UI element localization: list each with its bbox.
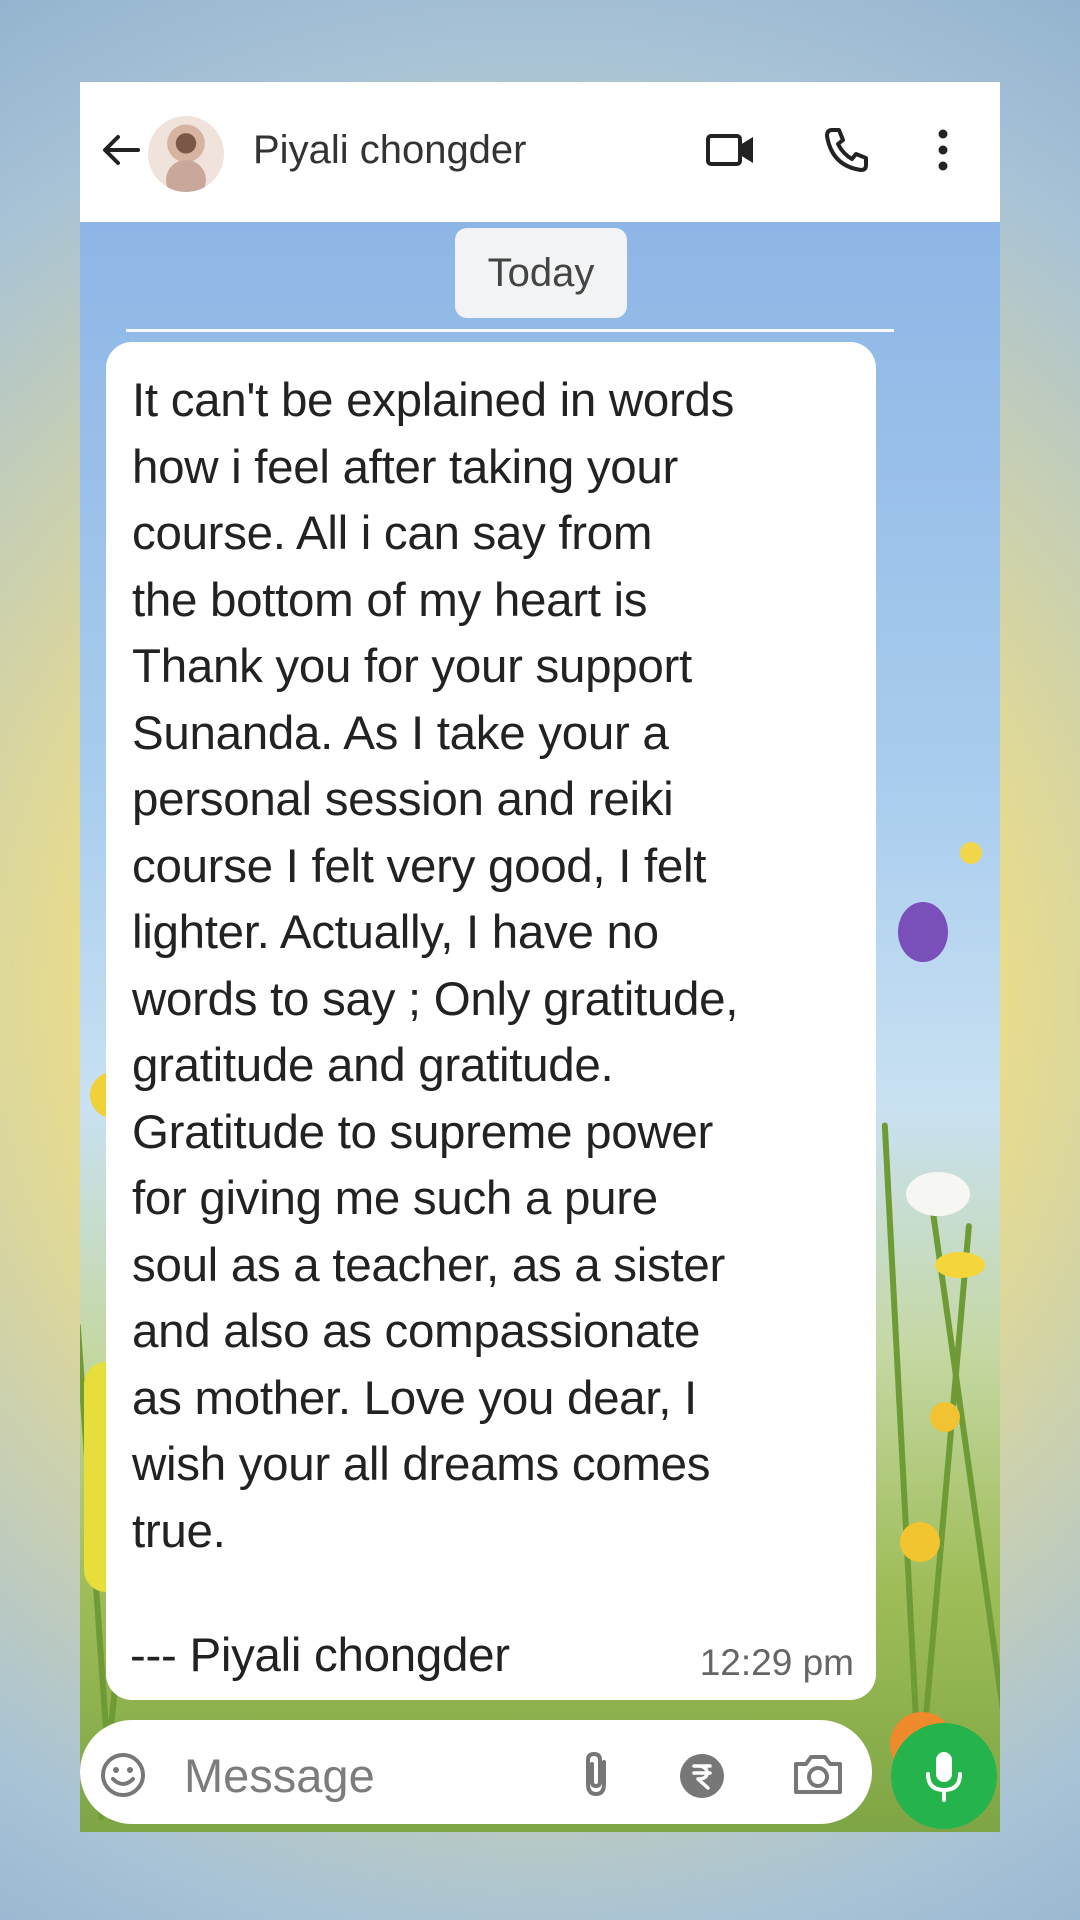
mic-button[interactable] (891, 1723, 997, 1829)
camera-icon[interactable] (790, 1750, 846, 1798)
message-bubble[interactable]: It can't be explained in words how i fee… (106, 342, 876, 1700)
message-timestamp: 12:29 pm (699, 1642, 854, 1683)
message-signature: --- Piyali chongder (130, 1629, 510, 1682)
avatar[interactable] (148, 116, 224, 192)
emoji-icon[interactable] (98, 1750, 148, 1800)
message-input[interactable]: Message (184, 1748, 375, 1803)
video-call-icon[interactable] (703, 122, 759, 178)
message-input-bar[interactable]: Message (80, 1720, 872, 1824)
chat-header: Piyali chongder (80, 82, 1000, 222)
phone-icon[interactable] (818, 122, 874, 178)
more-options-icon[interactable] (928, 122, 958, 178)
message-text: It can't be explained in words how i fee… (132, 374, 739, 1558)
chat-screen: Piyali chongder Today It can't be explai… (80, 82, 1000, 1832)
date-chip: Today (455, 228, 627, 318)
mic-icon (926, 1752, 962, 1802)
back-arrow-icon[interactable] (98, 128, 142, 172)
rupee-payment-icon[interactable] (676, 1750, 728, 1802)
attach-icon[interactable] (574, 1748, 620, 1800)
date-divider (126, 329, 894, 332)
contact-name[interactable]: Piyali chongder (253, 128, 527, 173)
